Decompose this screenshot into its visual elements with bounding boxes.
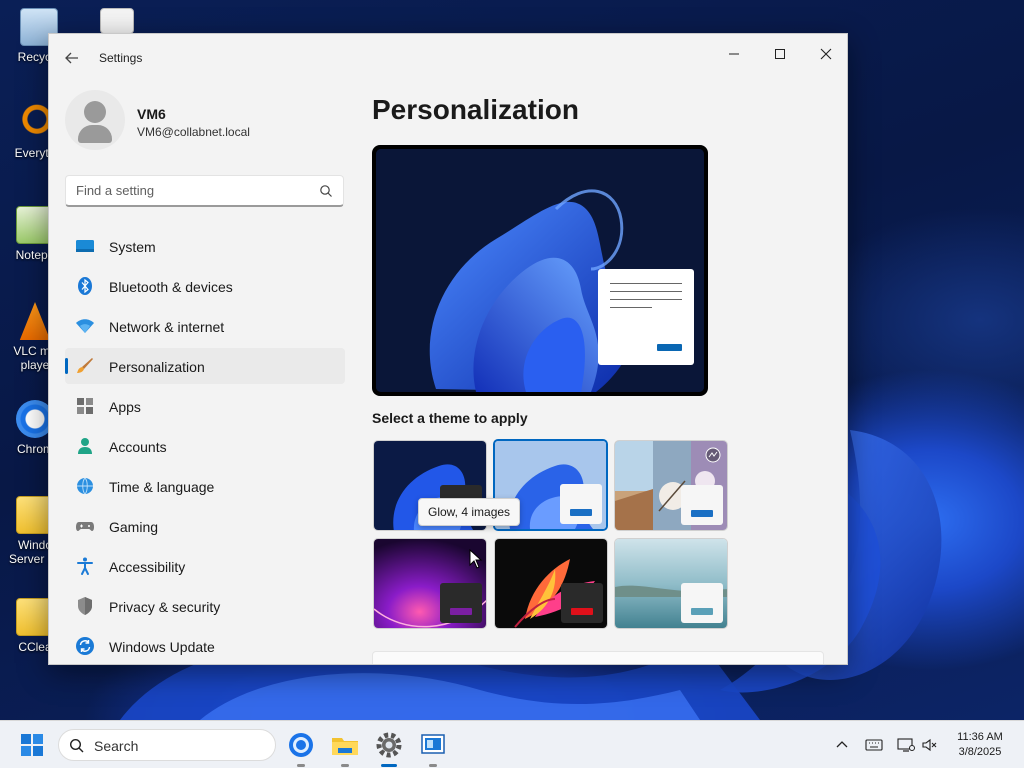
title-bar[interactable]: Settings [49, 34, 847, 82]
sidebar-item-label: Gaming [109, 519, 159, 535]
user-profile[interactable]: VM6 VM6@collabnet.local [65, 90, 355, 160]
sidebar-item-label: Apps [109, 399, 141, 415]
settings-gear-icon[interactable] [373, 729, 405, 761]
sidebar-item-accounts[interactable]: Accounts [65, 428, 345, 464]
arrow-left-icon [65, 52, 78, 64]
avatar [65, 90, 125, 150]
sidebar-item-label: Windows Update [109, 639, 215, 655]
sidebar-item-label: Accessibility [109, 559, 186, 575]
settings-search[interactable] [65, 175, 344, 207]
sidebar-item-network[interactable]: Network & internet [65, 308, 345, 344]
minimize-button[interactable] [711, 40, 757, 70]
taskbar-search-label: Search [94, 738, 139, 754]
search-input[interactable] [66, 176, 306, 205]
globe-clock-icon [77, 477, 93, 495]
page-title: Personalization [372, 94, 579, 125]
clock-date: 3/8/2025 [958, 746, 1002, 758]
apps-icon [77, 398, 93, 414]
sidebar-item-label: Accounts [109, 439, 167, 455]
system-icon [76, 240, 94, 252]
sidebar-item-privacy[interactable]: Privacy & security [65, 588, 345, 624]
taskbar-search[interactable]: Search [58, 729, 276, 761]
accounts-icon [78, 438, 92, 454]
windows-start-icon[interactable] [16, 729, 48, 761]
sidebar-item-label: Bluetooth & devices [109, 279, 233, 295]
theme-sunrise[interactable] [494, 538, 608, 629]
app-title: Settings [99, 51, 143, 65]
back-button[interactable] [61, 47, 83, 69]
chrome-taskbar-icon[interactable] [285, 729, 317, 761]
minimize-icon [729, 53, 739, 55]
theme-flow[interactable] [614, 538, 728, 629]
search-icon [320, 185, 332, 197]
file-explorer-icon[interactable] [329, 729, 361, 761]
sidebar-item-system[interactable]: System [65, 228, 345, 264]
sidebar-item-label: Time & language [109, 479, 215, 495]
user-email: VM6@collabnet.local [137, 125, 250, 139]
remote-desktop-icon[interactable] [417, 729, 449, 761]
close-icon [820, 48, 832, 60]
user-name: VM6 [137, 106, 166, 122]
sidebar-item-windows-update[interactable]: Windows Update [65, 628, 345, 664]
sidebar-item-gaming[interactable]: Gaming [65, 508, 345, 544]
theme-captured-motion[interactable] [614, 440, 728, 531]
theme-section-label: Select a theme to apply [372, 410, 528, 426]
volume-muted-icon[interactable] [920, 735, 940, 755]
preview-dialog [598, 269, 694, 365]
update-icon [76, 637, 94, 655]
slideshow-icon [705, 447, 721, 463]
sidebar-item-time-language[interactable]: Time & language [65, 468, 345, 504]
bluetooth-icon [78, 277, 92, 295]
taskbar: Search 11:36 AM 3/8/2025 [0, 720, 1024, 768]
mouse-cursor-icon [469, 549, 483, 569]
search-icon [69, 738, 84, 753]
network-monitor-icon[interactable] [896, 735, 916, 755]
sidebar-item-bluetooth[interactable]: Bluetooth & devices [65, 268, 345, 304]
chevron-up-icon[interactable] [832, 735, 852, 755]
keyboard-icon[interactable] [864, 735, 884, 755]
wifi-icon [76, 319, 94, 333]
maximize-icon [775, 49, 785, 59]
sidebar-item-label: Network & internet [109, 319, 225, 335]
sidebar-nav: System Bluetooth & devices Network & int… [65, 228, 345, 664]
brush-icon [77, 358, 93, 373]
sidebar-item-accessibility[interactable]: Accessibility [65, 548, 345, 584]
file-icon [100, 8, 134, 34]
theme-preview [372, 145, 708, 396]
maximize-button[interactable] [757, 40, 803, 70]
accessibility-icon [77, 557, 93, 575]
shield-icon [78, 597, 92, 615]
sidebar-item-apps[interactable]: Apps [65, 388, 345, 424]
sidebar-item-label: Personalization [109, 359, 205, 375]
taskbar-clock[interactable]: 11:36 AM 3/8/2025 [948, 730, 1012, 760]
sidebar-item-personalization[interactable]: Personalization [65, 348, 345, 384]
sidebar-item-label: Privacy & security [109, 599, 221, 615]
close-button[interactable] [803, 40, 847, 70]
settings-card-partial[interactable] [372, 651, 824, 664]
gamepad-icon [76, 522, 94, 531]
sidebar-item-label: System [109, 239, 156, 255]
settings-window: Settings VM6 VM6@collabnet.local System [48, 33, 848, 665]
clock-time: 11:36 AM [957, 731, 1003, 743]
theme-tooltip: Glow, 4 images [418, 498, 521, 526]
